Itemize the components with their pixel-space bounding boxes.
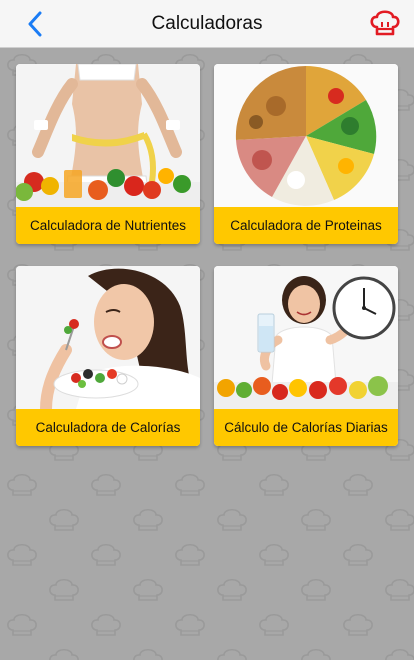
- card-label: Calculadora de Calorías: [16, 409, 200, 446]
- food-groups-image: [214, 64, 398, 207]
- card-calorie-calculator[interactable]: Calculadora de Calorías: [16, 266, 200, 446]
- card-label: Calculadora de Proteinas: [214, 207, 398, 244]
- chef-menu-button[interactable]: [368, 8, 402, 40]
- navigation-bar: Calculadoras: [0, 0, 414, 48]
- woman-measuring-waist-image: [16, 64, 200, 207]
- chef-hat-icon: [370, 10, 400, 36]
- card-daily-calorie-calculation[interactable]: Cálculo de Calorías Diarias: [214, 266, 398, 446]
- card-nutrient-calculator[interactable]: Calculadora de Nutrientes: [16, 64, 200, 244]
- woman-eating-salad-image: [16, 266, 200, 409]
- card-protein-calculator[interactable]: Calculadora de Proteinas: [214, 64, 398, 244]
- card-label: Calculadora de Nutrientes: [16, 207, 200, 244]
- card-label: Cálculo de Calorías Diarias: [214, 409, 398, 446]
- woman-with-water-and-clock-image: [214, 266, 398, 409]
- page-title: Calculadoras: [151, 13, 263, 34]
